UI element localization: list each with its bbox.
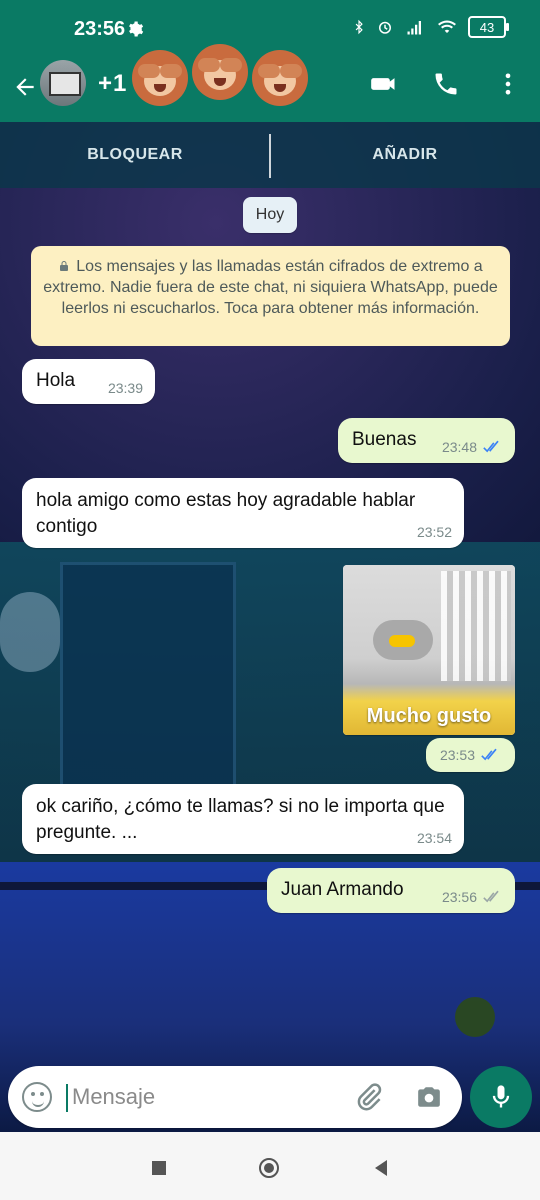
emoji-icon[interactable]: [22, 1082, 52, 1112]
message-time: 23:52: [416, 524, 452, 540]
lock-icon: [60, 261, 69, 271]
wifi-icon: [438, 20, 456, 33]
encryption-notice[interactable]: Los mensajes y las llamadas están cifrad…: [31, 246, 510, 346]
gear-icon: [129, 21, 144, 37]
message-meta: 23:48: [442, 439, 503, 455]
message-incoming[interactable]: ok cariño, ¿cómo te llamas? si no le imp…: [22, 784, 464, 854]
message-time: 23:48: [441, 439, 477, 455]
text-caret: [66, 1084, 68, 1112]
message-time: 23:56: [441, 889, 477, 905]
chat-header: +1: [0, 44, 540, 122]
battery-indicator: 43: [468, 16, 509, 38]
double-check-icon: [483, 440, 499, 453]
message-meta: 23:52: [417, 524, 452, 540]
alarm-icon: [379, 21, 391, 34]
message-meta: 23:56: [442, 889, 503, 905]
recents-square-icon[interactable]: [147, 1156, 171, 1180]
message-text: Juan Armando: [281, 879, 404, 900]
message-outgoing[interactable]: Juan Armando 23:56: [267, 868, 515, 913]
date-chip: Hoy: [243, 197, 297, 233]
block-button[interactable]: BLOQUEAR: [0, 146, 270, 164]
message-outgoing[interactable]: Buenas 23:48: [338, 418, 515, 463]
avatar[interactable]: [40, 60, 86, 106]
message-text: Hola: [36, 370, 76, 391]
voice-message-button[interactable]: [470, 1066, 532, 1128]
notice-text: Los mensajes y las llamadas están cifrad…: [43, 258, 498, 317]
double-check-icon: [483, 890, 499, 903]
add-contact-button[interactable]: AÑADIR: [270, 146, 540, 164]
double-check-icon: [481, 748, 497, 761]
paperclip-icon[interactable]: [354, 1082, 384, 1112]
contact-title[interactable]: +1: [98, 70, 127, 98]
message-incoming[interactable]: hola amigo como estas hoy agradable habl…: [22, 478, 464, 548]
system-nav-bar: [0, 1132, 540, 1200]
status-right: 43: [352, 16, 509, 38]
divider: [269, 134, 271, 178]
message-meta: 23:54: [417, 830, 452, 846]
bluetooth-icon: [355, 19, 363, 35]
monkey-emoji-icon: [132, 50, 188, 106]
message-meta: 23:53: [426, 738, 515, 772]
message-time: 23:54: [416, 830, 452, 846]
message-composer: Mensaje: [8, 1066, 462, 1128]
video-call-icon[interactable]: [370, 70, 398, 98]
image-message[interactable]: Mucho gusto: [343, 565, 515, 735]
block-add-bar: BLOQUEAR AÑADIR: [0, 122, 540, 188]
signal-icon: [407, 21, 421, 35]
battery-level: 43: [479, 19, 495, 35]
image-caption: Mucho gusto: [366, 704, 492, 727]
message-text: Buenas: [352, 429, 417, 450]
monkey-emoji-icon: [252, 50, 308, 106]
message-text: hola amigo como estas hoy agradable habl…: [36, 490, 416, 537]
camera-icon[interactable]: [414, 1084, 444, 1110]
header-actions: [370, 70, 522, 98]
monkey-emoji-icon: [192, 44, 248, 100]
message-input[interactable]: Mensaje: [72, 1084, 155, 1110]
back-arrow-icon[interactable]: [12, 74, 38, 100]
message-text: ok cariño, ¿cómo te llamas? si no le imp…: [36, 796, 445, 843]
date-chip-label: Hoy: [255, 206, 285, 223]
message-incoming[interactable]: Hola 23:39: [22, 359, 155, 404]
microphone-icon: [492, 1085, 510, 1108]
message-time: 23:39: [107, 380, 143, 396]
home-circle-icon[interactable]: [257, 1156, 281, 1180]
more-options-icon[interactable]: [494, 70, 522, 98]
status-time: 23:56: [74, 18, 126, 40]
message-meta: 23:39: [108, 380, 143, 396]
message-time: 23:53: [439, 747, 476, 763]
back-triangle-icon[interactable]: [369, 1156, 393, 1180]
phone-icon[interactable]: [432, 70, 460, 98]
